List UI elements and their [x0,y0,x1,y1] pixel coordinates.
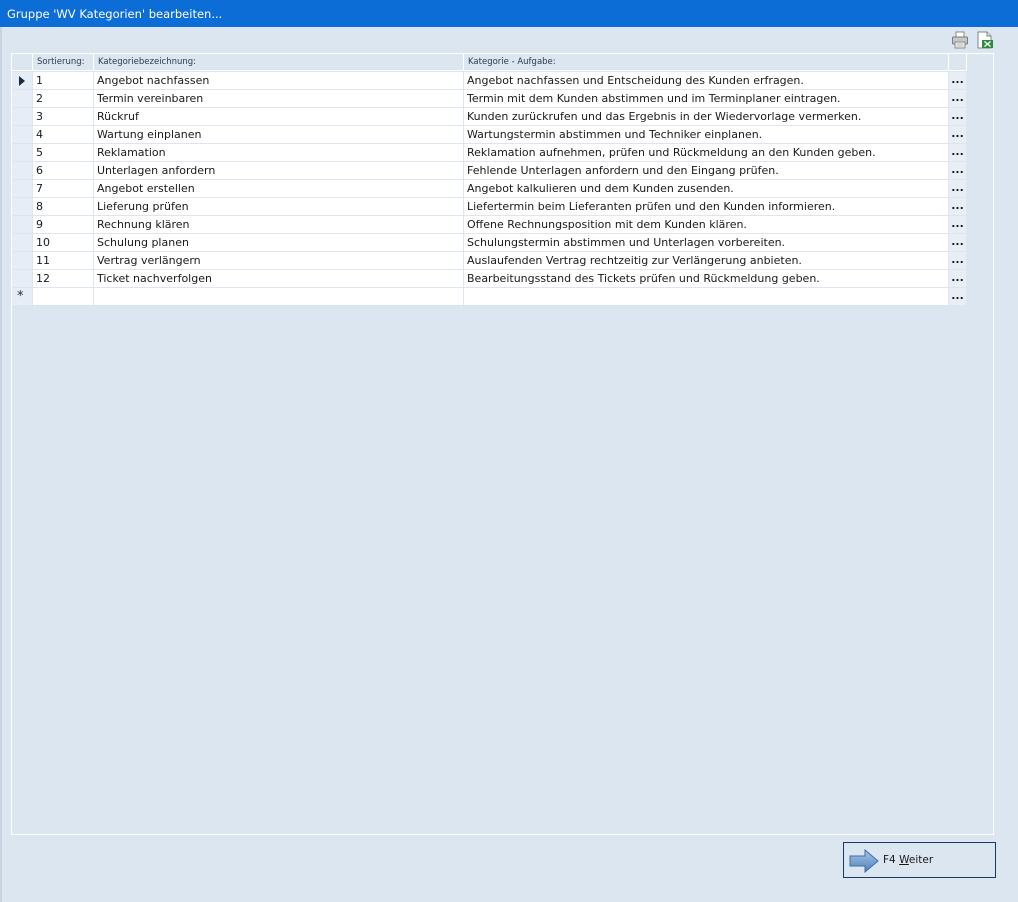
cell-task[interactable]: Auslaufenden Vertrag rechtzeitig zur Ver… [464,252,949,270]
cell-name[interactable]: Wartung einplanen [94,126,464,144]
row-selector[interactable] [12,270,33,288]
cell-name[interactable]: Angebot nachfassen [94,72,464,90]
next-button-label: F4 Weiter [883,854,933,866]
new-row-marker-icon: * [17,289,24,304]
cell-name[interactable]: Termin vereinbaren [94,90,464,108]
cell-task[interactable]: Fehlende Unterlagen anfordern und den Ei… [464,162,949,180]
row-selector[interactable] [12,234,33,252]
window-border [0,27,2,902]
table-row[interactable]: 9 Rechnung klären Offene Rechnungsposition… [12,216,967,234]
cell-name[interactable] [94,288,464,306]
cell-task[interactable]: Kunden zurückrufen und das Ergebnis in d… [464,108,949,126]
ellipsis-button[interactable]: ... [949,270,967,288]
cell-name[interactable]: Reklamation [94,144,464,162]
cell-name[interactable]: Rückruf [94,108,464,126]
window-title: Gruppe 'WV Kategorien' bearbeiten... [7,7,223,21]
header-indicator-cell [12,54,33,71]
cell-sort[interactable]: 4 [33,126,94,144]
cell-name[interactable]: Angebot erstellen [94,180,464,198]
row-selector[interactable] [12,162,33,180]
ellipsis-button[interactable]: ... [949,90,967,108]
row-selector[interactable] [12,252,33,270]
table-row[interactable]: 4 Wartung einplanen Wartungstermin abstimm… [12,126,967,144]
column-header-task[interactable]: Kategorie - Aufgabe: [464,54,949,71]
grid-header-row: Sortierung: Kategoriebezeichnung: Katego… [12,54,967,72]
table-row[interactable]: 1 Angebot nachfassen Angebot nachfassen un… [12,72,967,90]
ellipsis-button[interactable]: ... [949,162,967,180]
cell-sort[interactable]: 1 [33,72,94,90]
cell-task[interactable]: Angebot nachfassen und Entscheidung des … [464,72,949,90]
row-selector[interactable] [12,90,33,108]
ellipsis-button[interactable]: ... [949,180,967,198]
next-accelerator: W [899,854,909,866]
row-selector[interactable] [12,72,33,90]
grid-body: 1 Angebot nachfassen Angebot nachfassen un… [12,72,967,306]
table-row[interactable]: 5 Reklamation Reklamation aufnehmen, prüfe… [12,144,967,162]
table-row[interactable]: 6 Unterlagen anfordern Fehlende Unterlagen… [12,162,967,180]
categories-grid: Sortierung: Kategoriebezeichnung: Katego… [12,54,967,306]
column-header-sort[interactable]: Sortierung: [33,54,94,71]
next-label-rest: eiter [908,854,934,866]
cell-name[interactable]: Lieferung prüfen [94,198,464,216]
cell-name[interactable]: Rechnung klären [94,216,464,234]
row-selector[interactable] [12,180,33,198]
table-row[interactable]: 8 Lieferung prüfen Liefertermin beim Liefe… [12,198,967,216]
cell-sort[interactable]: 12 [33,270,94,288]
ellipsis-button[interactable]: ... [949,126,967,144]
table-row[interactable]: 2 Termin vereinbaren Termin mit dem Kunden… [12,90,967,108]
cell-sort[interactable] [33,288,94,306]
new-row[interactable]: *... [12,288,967,306]
excel-export-icon[interactable] [976,31,994,49]
cell-sort[interactable]: 8 [33,198,94,216]
cell-sort[interactable]: 7 [33,180,94,198]
next-key: F4 [883,854,896,866]
cell-name[interactable]: Vertrag verlängern [94,252,464,270]
window-titlebar: Gruppe 'WV Kategorien' bearbeiten... [0,0,1018,27]
cell-name[interactable]: Unterlagen anfordern [94,162,464,180]
cell-task[interactable]: Termin mit dem Kunden abstimmen und im T… [464,90,949,108]
ellipsis-button[interactable]: ... [949,234,967,252]
cell-name[interactable]: Ticket nachverfolgen [94,270,464,288]
row-selector[interactable] [12,198,33,216]
table-row[interactable]: 7 Angebot erstellen Angebot kalkulieren un… [12,180,967,198]
row-selector[interactable] [12,216,33,234]
table-row[interactable]: 3 Rückruf Kunden zurückrufen und das Ergeb… [12,108,967,126]
ellipsis-button[interactable]: ... [949,108,967,126]
ellipsis-button[interactable]: ... [949,72,967,90]
cell-task[interactable]: Liefertermin beim Lieferanten prüfen und… [464,198,949,216]
cell-sort[interactable]: 9 [33,216,94,234]
printer-icon[interactable] [951,31,969,49]
cell-sort[interactable]: 6 [33,162,94,180]
cell-sort[interactable]: 11 [33,252,94,270]
table-row[interactable]: 12 Ticket nachverfolgen Bearbeitungsstand … [12,270,967,288]
cell-task[interactable]: Bearbeitungsstand des Tickets prüfen und… [464,270,949,288]
current-row-arrow-icon [19,76,25,86]
ellipsis-button[interactable]: ... [949,144,967,162]
row-selector[interactable]: * [12,288,33,306]
cell-task[interactable] [464,288,949,306]
table-row[interactable]: 11 Vertrag verlängern Auslaufenden Vertrag… [12,252,967,270]
cell-sort[interactable]: 2 [33,90,94,108]
ellipsis-button[interactable]: ... [949,216,967,234]
cell-task[interactable]: Angebot kalkulieren und dem Kunden zusen… [464,180,949,198]
cell-task[interactable]: Reklamation aufnehmen, prüfen und Rückme… [464,144,949,162]
cell-sort[interactable]: 3 [33,108,94,126]
cell-task[interactable]: Offene Rechnungsposition mit dem Kunden … [464,216,949,234]
cell-task[interactable]: Schulungstermin abstimmen und Unterlagen… [464,234,949,252]
ellipsis-button[interactable]: ... [949,252,967,270]
cell-name[interactable]: Schulung planen [94,234,464,252]
row-selector[interactable] [12,126,33,144]
row-selector[interactable] [12,144,33,162]
ellipsis-button[interactable]: ... [949,288,967,306]
cell-sort[interactable]: 5 [33,144,94,162]
next-button[interactable]: F4 Weiter [843,842,996,878]
cell-sort[interactable]: 10 [33,234,94,252]
ellipsis-button[interactable]: ... [949,198,967,216]
arrow-right-icon [849,849,879,873]
table-row[interactable]: 10 Schulung planen Schulungstermin abstimm… [12,234,967,252]
cell-task[interactable]: Wartungstermin abstimmen und Techniker e… [464,126,949,144]
row-selector[interactable] [12,108,33,126]
header-button-cell [949,54,967,71]
column-header-name[interactable]: Kategoriebezeichnung: [94,54,464,71]
